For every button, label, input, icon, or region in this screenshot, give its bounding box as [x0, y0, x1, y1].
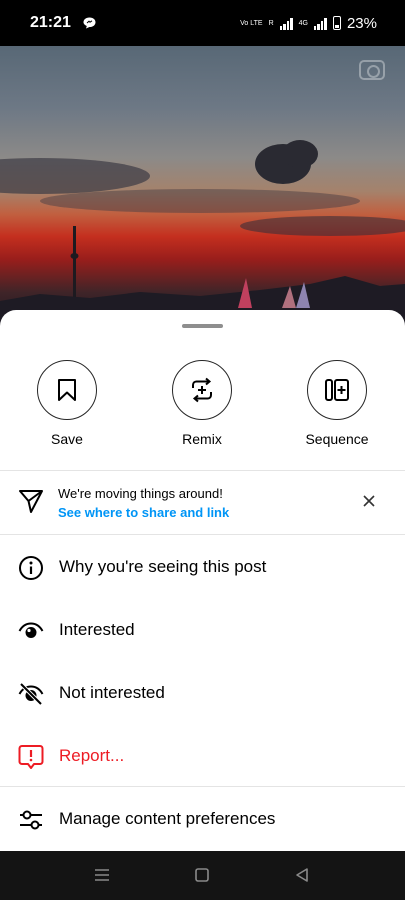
- signal-icon-2: [313, 17, 327, 30]
- options-sheet: Save Remix Sequence We're moving things …: [0, 310, 405, 851]
- bookmark-icon: [58, 379, 76, 401]
- status-time: 21:21: [30, 14, 71, 31]
- remix-label: Remix: [182, 431, 222, 447]
- sequence-button[interactable]: Sequence: [292, 360, 382, 447]
- volte-indicator: Vo LTE: [240, 19, 263, 27]
- remix-button[interactable]: Remix: [157, 360, 247, 447]
- sliders-icon: [20, 810, 42, 830]
- sequence-icon: [325, 379, 349, 401]
- menu-label: Manage content preferences: [59, 809, 276, 828]
- home-icon[interactable]: [195, 867, 209, 883]
- save-circle[interactable]: [37, 360, 97, 420]
- menu-item-report[interactable]: Report...: [0, 725, 405, 788]
- notice-title: We're moving things around!: [58, 486, 223, 501]
- save-label: Save: [51, 431, 83, 447]
- recent-apps-icon[interactable]: [94, 867, 110, 883]
- info-icon: [19, 556, 43, 580]
- save-button[interactable]: Save: [22, 360, 112, 447]
- sequence-label: Sequence: [305, 431, 369, 447]
- notice-link[interactable]: See where to share and link: [58, 505, 229, 520]
- eye-off-icon: [18, 682, 44, 706]
- remix-icon: [192, 377, 212, 403]
- menu-item-not-interested[interactable]: Not interested: [0, 662, 405, 725]
- menu-label: Not interested: [59, 683, 165, 702]
- report-icon: [18, 745, 44, 769]
- remix-circle[interactable]: [172, 360, 232, 420]
- divider: [0, 786, 405, 787]
- battery-icon: [332, 16, 341, 30]
- signal-icon: [279, 17, 293, 30]
- menu-item-content-preferences[interactable]: Manage content preferences: [0, 788, 405, 851]
- menu-label: Interested: [59, 620, 135, 639]
- action-row: Save Remix Sequence: [0, 360, 405, 452]
- network-type: 4G: [298, 19, 308, 27]
- notice-banner: We're moving things around! See where to…: [0, 470, 405, 534]
- eye-icon: [18, 622, 44, 638]
- system-nav-bar: [0, 851, 405, 900]
- menu-item-why-seeing[interactable]: Why you're seeing this post: [0, 536, 405, 599]
- close-icon[interactable]: [362, 494, 376, 508]
- status-bar: 21:21 Vo LTE R 4G 23%: [0, 0, 405, 46]
- post-image: [0, 46, 405, 326]
- roaming-indicator: R: [268, 19, 274, 27]
- sequence-circle[interactable]: [307, 360, 367, 420]
- divider: [0, 534, 405, 535]
- menu-label: Why you're seeing this post: [59, 557, 267, 576]
- sunset-skyline-image: [0, 140, 405, 326]
- chat-bubble-icon: [83, 17, 96, 29]
- battery-percent: 23%: [346, 14, 377, 32]
- drag-handle[interactable]: [182, 324, 223, 328]
- send-icon: [19, 490, 43, 513]
- menu-item-interested[interactable]: Interested: [0, 599, 405, 662]
- camera-icon[interactable]: [359, 60, 385, 80]
- menu-label: Report...: [59, 746, 125, 765]
- back-icon[interactable]: [295, 867, 309, 883]
